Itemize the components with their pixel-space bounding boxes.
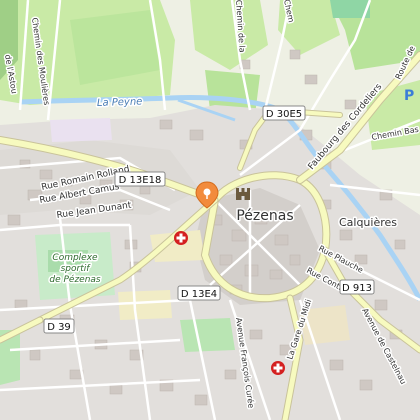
road-shield-d30e5: D 30E5 (262, 105, 306, 121)
road-shield-d39: D 39 (43, 318, 75, 334)
map-layer[interactable]: Rue Romain Rolland Rue Albert Camus Rue … (0, 0, 420, 420)
svg-text:D 13E18: D 13E18 (119, 175, 162, 186)
map-canvas[interactable]: Rue Romain Rolland Rue Albert Camus Rue … (0, 0, 420, 420)
svg-text:D 30E5: D 30E5 (266, 109, 302, 120)
svg-text:sportif: sportif (61, 264, 92, 274)
town-label[interactable]: Pézenas (235, 207, 295, 226)
svg-text:de Pézenas: de Pézenas (49, 274, 101, 285)
svg-text:Complexe: Complexe (52, 253, 98, 263)
svg-text:P: P (404, 88, 414, 104)
pharmacy-cross-icon[interactable] (271, 361, 285, 375)
pharmacy-cross-icon[interactable] (174, 231, 188, 245)
river-label: La Peyne (97, 96, 143, 109)
road-shield-d13e18: D 13E18 (114, 171, 166, 187)
park-area (180, 318, 235, 352)
castle-icon[interactable] (236, 188, 250, 200)
parking-icon[interactable]: P (404, 88, 414, 104)
road-shield-d13e4: D 13E4 (177, 285, 221, 301)
svg-text:D 39: D 39 (47, 322, 71, 333)
svg-text:D 13E4: D 13E4 (181, 289, 217, 300)
svg-text:D 913: D 913 (342, 283, 372, 294)
place-label-calquieres[interactable]: Calquières (337, 215, 398, 231)
road-shield-d913: D 913 (339, 279, 375, 295)
